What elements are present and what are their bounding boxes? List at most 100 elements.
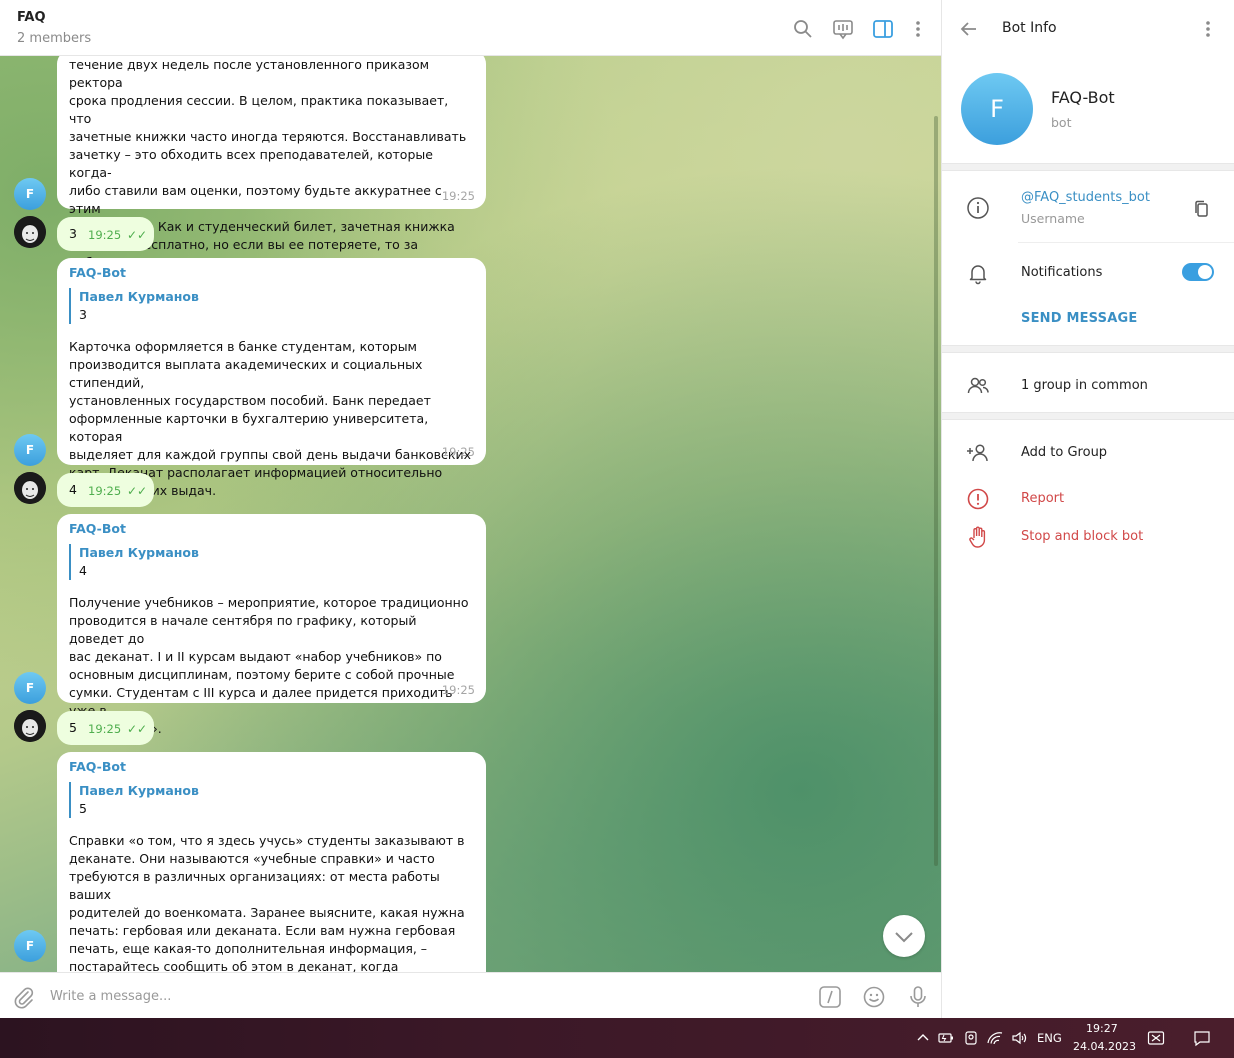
bot-avatar[interactable]: F bbox=[14, 434, 46, 466]
wifi-icon[interactable] bbox=[986, 1029, 1004, 1047]
message-time: 19:25 bbox=[88, 228, 122, 242]
reply-text: 5 bbox=[79, 801, 87, 816]
report-button[interactable]: Report bbox=[1021, 491, 1064, 506]
camera-status-icon[interactable] bbox=[962, 1029, 980, 1047]
bot-message[interactable]: FAQ-Bot Павел Курманов 4 Получение учебн… bbox=[57, 514, 486, 736]
chat-panel: FAQ 2 members течение двух недель после … bbox=[0, 0, 942, 1018]
bot-message[interactable]: течение двух недель после установленного… bbox=[57, 56, 486, 288]
row-separator bbox=[1018, 242, 1234, 243]
toggle-knob bbox=[1198, 265, 1212, 279]
bot-info-header: Bot Info bbox=[942, 0, 1234, 56]
message-text: 5 bbox=[69, 720, 77, 735]
read-ticks-icon: ✓✓ bbox=[127, 228, 148, 242]
volume-icon[interactable] bbox=[1010, 1029, 1028, 1047]
bot-name: FAQ-Bot bbox=[1051, 88, 1115, 107]
user-avatar[interactable] bbox=[14, 472, 46, 504]
reply-quote[interactable]: Павел Курманов 5 bbox=[69, 782, 474, 818]
message-input[interactable] bbox=[48, 983, 748, 1009]
user-photo-icon bbox=[14, 472, 46, 504]
bell-icon bbox=[969, 265, 987, 285]
message-time: 19:25 bbox=[441, 683, 475, 697]
message-list[interactable]: течение двух недель после установленного… bbox=[0, 56, 941, 972]
bot-message[interactable]: FAQ-Bot Павел Курманов 5 Справки «о том,… bbox=[57, 752, 486, 972]
add-user-icon bbox=[967, 444, 988, 462]
notifications-toggle[interactable] bbox=[1182, 263, 1214, 281]
outgoing-message[interactable]: 3 19:25 ✓✓ bbox=[57, 217, 154, 251]
emoji-icon[interactable] bbox=[862, 985, 886, 1009]
message-sender[interactable]: FAQ-Bot bbox=[69, 520, 474, 538]
message-text: течение двух недель после установленного… bbox=[69, 57, 467, 288]
bot-info-panel: Bot Info F FAQ-Bot bot @FAQ_students_bot… bbox=[942, 0, 1234, 1018]
more-vert-icon[interactable] bbox=[907, 18, 929, 40]
stop-and-block-button[interactable]: Stop and block bot bbox=[1021, 529, 1143, 544]
username-label: Username bbox=[1021, 211, 1085, 226]
bot-avatar[interactable]: F bbox=[14, 178, 46, 210]
send-message-button[interactable]: SEND MESSAGE bbox=[1021, 311, 1137, 326]
reply-quote[interactable]: Павел Курманов 3 bbox=[69, 288, 474, 324]
message-time: 19:25 bbox=[88, 722, 122, 736]
user-photo-icon bbox=[14, 216, 46, 248]
search-icon[interactable] bbox=[792, 18, 814, 40]
video-chat-icon[interactable] bbox=[832, 18, 854, 40]
back-arrow-icon[interactable] bbox=[958, 18, 980, 40]
microphone-icon[interactable] bbox=[906, 985, 930, 1009]
bot-profile-avatar[interactable]: F bbox=[961, 73, 1033, 145]
message-text: Справки «о том, что я здесь учусь» студе… bbox=[69, 833, 465, 972]
more-vert-icon[interactable] bbox=[1197, 18, 1219, 40]
user-avatar[interactable] bbox=[14, 710, 46, 742]
message-time: 19:25 bbox=[441, 445, 475, 459]
bot-commands-icon[interactable] bbox=[818, 985, 842, 1009]
input-language[interactable]: ENG bbox=[1037, 1031, 1062, 1045]
reply-text: 4 bbox=[79, 563, 87, 578]
reply-author: Павел Курманов bbox=[79, 545, 199, 560]
message-time: 19:25 bbox=[88, 484, 122, 498]
reply-text: 3 bbox=[79, 307, 87, 322]
bot-avatar[interactable]: F bbox=[14, 930, 46, 962]
report-icon bbox=[967, 488, 989, 510]
message-sender[interactable]: FAQ-Bot bbox=[69, 758, 474, 776]
chat-members-count: 2 members bbox=[17, 31, 92, 46]
message-text: 4 bbox=[69, 482, 77, 497]
read-ticks-icon: ✓✓ bbox=[127, 484, 148, 498]
notification-center-icon[interactable] bbox=[1193, 1029, 1211, 1047]
panel-title: Bot Info bbox=[1002, 20, 1057, 36]
outgoing-message[interactable]: 4 19:25 ✓✓ bbox=[57, 473, 154, 507]
clock-time[interactable]: 19:27 bbox=[1086, 1022, 1118, 1035]
clock-date[interactable]: 24.04.2023 bbox=[1073, 1040, 1136, 1053]
scrollbar[interactable] bbox=[934, 116, 938, 866]
bot-username[interactable]: @FAQ_students_bot bbox=[1021, 190, 1150, 205]
reply-author: Павел Курманов bbox=[79, 783, 199, 798]
battery-icon[interactable] bbox=[937, 1029, 955, 1047]
add-to-group-button[interactable]: Add to Group bbox=[1021, 445, 1107, 460]
stop-hand-icon bbox=[969, 526, 986, 548]
user-avatar[interactable] bbox=[14, 216, 46, 248]
copy-icon[interactable] bbox=[1192, 199, 1212, 219]
section-divider bbox=[942, 163, 1234, 171]
sidebar-toggle-icon[interactable] bbox=[872, 18, 894, 40]
chat-header[interactable]: FAQ 2 members bbox=[0, 0, 941, 56]
message-sender[interactable]: FAQ-Bot bbox=[69, 264, 474, 282]
section-divider bbox=[942, 345, 1234, 353]
read-ticks-icon: ✓✓ bbox=[127, 722, 148, 736]
bot-avatar[interactable]: F bbox=[14, 672, 46, 704]
meet-now-icon[interactable] bbox=[1147, 1029, 1165, 1047]
message-text: 3 bbox=[69, 226, 77, 241]
group-icon bbox=[967, 377, 989, 394]
info-icon bbox=[967, 197, 989, 219]
scroll-to-bottom-button[interactable] bbox=[883, 915, 925, 957]
reply-author: Павел Курманов bbox=[79, 289, 199, 304]
chevron-down-icon bbox=[895, 932, 913, 943]
compose-bar bbox=[0, 972, 941, 1018]
outgoing-message[interactable]: 5 19:25 ✓✓ bbox=[57, 711, 154, 745]
message-time: 19:25 bbox=[441, 189, 475, 203]
user-photo-icon bbox=[14, 710, 46, 742]
bot-type: bot bbox=[1051, 115, 1072, 130]
chat-title[interactable]: FAQ bbox=[17, 10, 46, 25]
windows-taskbar: ENG 19:27 24.04.2023 bbox=[0, 1018, 1234, 1058]
groups-in-common[interactable]: 1 group in common bbox=[1021, 378, 1148, 393]
bot-message[interactable]: FAQ-Bot Павел Курманов 3 Карточка оформл… bbox=[57, 258, 486, 498]
reply-quote[interactable]: Павел Курманов 4 bbox=[69, 544, 474, 580]
attach-icon[interactable] bbox=[12, 985, 36, 1009]
chevron-up-icon[interactable] bbox=[914, 1029, 932, 1047]
notifications-label: Notifications bbox=[1021, 265, 1103, 280]
